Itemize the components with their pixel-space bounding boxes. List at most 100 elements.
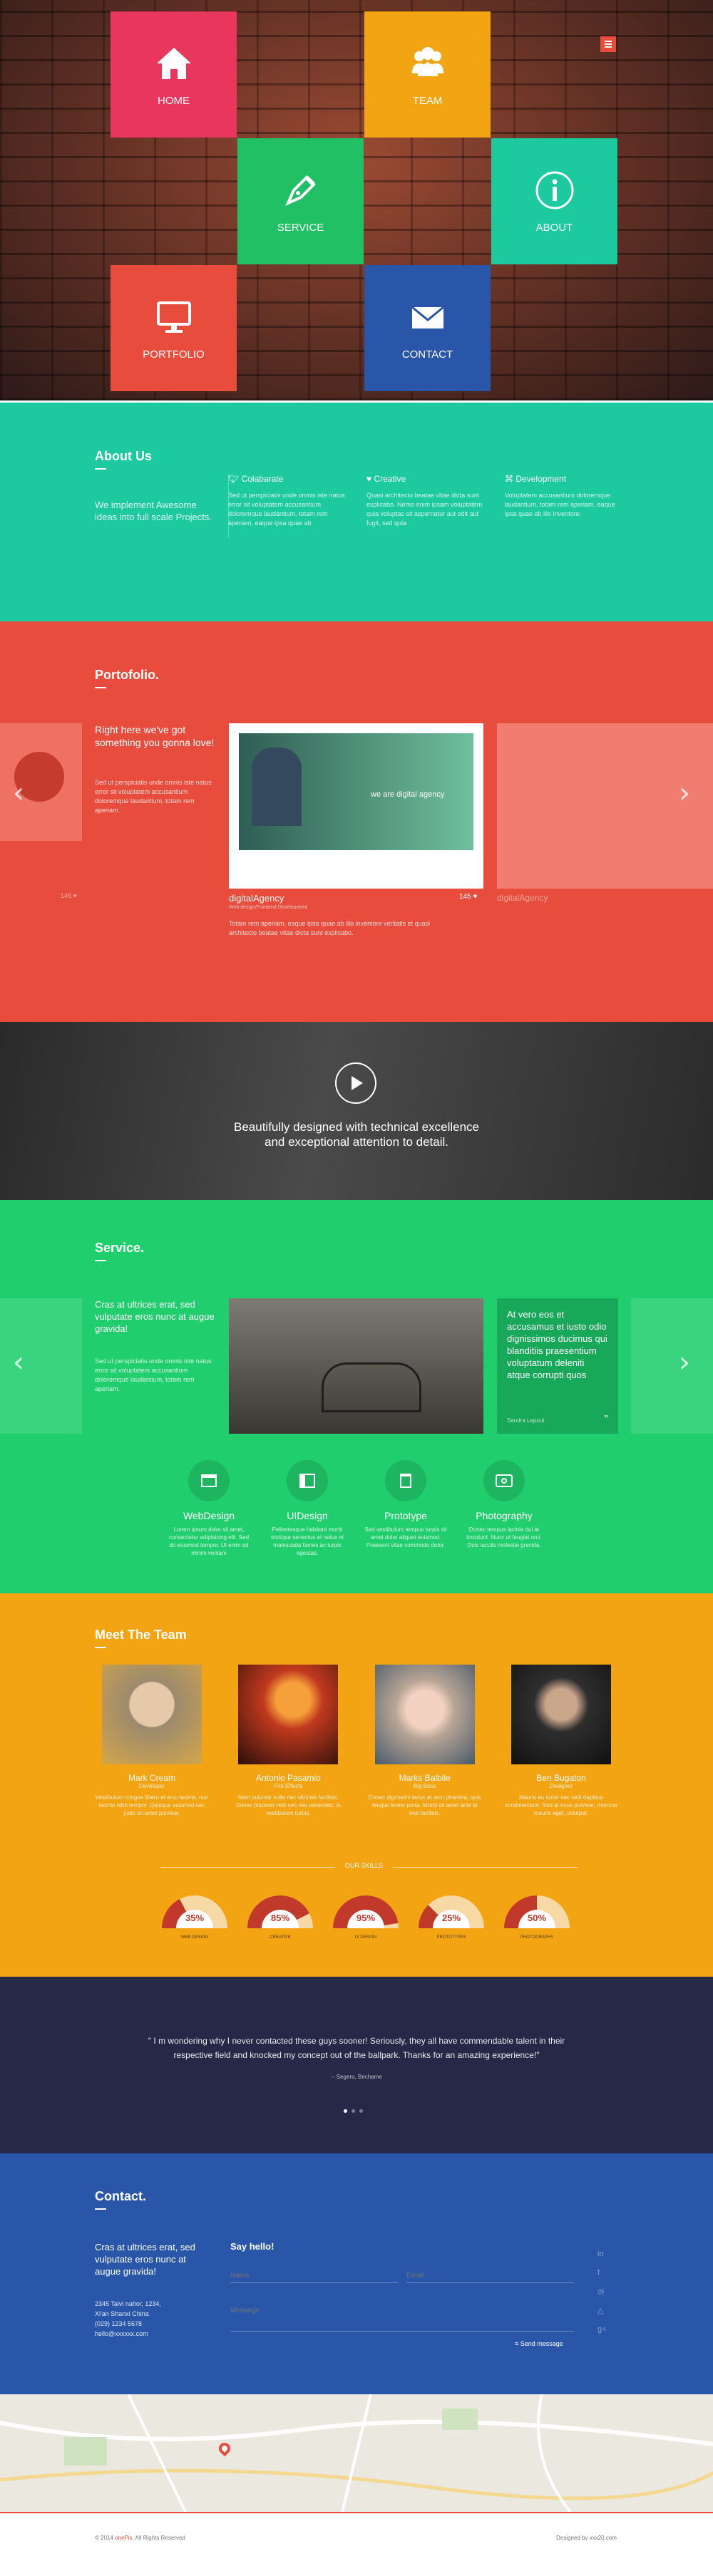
trash-icon (385, 1460, 426, 1501)
member-name: Mark Cream (128, 1773, 175, 1783)
member-bio: Donec dignissim lacus at arcu pharetra, … (368, 1794, 481, 1816)
skill-gauge: 85% CREATIVE (245, 1895, 316, 1940)
about-col: ♥ Creative Quasi architecto beatae vitae… (366, 474, 489, 528)
skill-label: PHOTOGRAPHY (520, 1935, 554, 1940)
avatar (374, 1665, 475, 1764)
heart-icon: ♥ (366, 474, 374, 484)
testimonial-author: -- Segero, Bechame (331, 2074, 382, 2080)
member-name: Marks Balbile (399, 1773, 451, 1783)
prev-arrow-icon[interactable]: ‹ (13, 777, 24, 809)
service-item[interactable]: Prototype Sed vestibulum tempus turpis s… (363, 1460, 448, 1557)
tile-about[interactable]: ABOUT (491, 138, 617, 264)
email-address[interactable]: hello@xxxxxx.com (95, 2329, 161, 2339)
send-button[interactable]: ≡ Send message (515, 2340, 563, 2347)
skill-donut: 85% (247, 1895, 313, 1928)
skill-label: WEB DESIGN (180, 1935, 209, 1940)
team-members: Mark Cream Developer Vestibulum congue l… (95, 1665, 618, 1817)
play-icon[interactable] (335, 1062, 376, 1104)
copyright-prefix: © 2014 (95, 2535, 116, 2541)
section-title: Service. (95, 1241, 144, 1261)
prev-arrow-icon[interactable]: ‹ (13, 1346, 24, 1379)
tile-service[interactable]: SERVICE (237, 138, 364, 264)
carousel-dot[interactable] (344, 2109, 347, 2113)
message-field[interactable] (230, 2303, 574, 2332)
skills-title: OUR SKILLS (335, 1862, 394, 1869)
service-item[interactable]: WebDesign Lorem ipsum dolor sit amet, co… (166, 1460, 252, 1557)
service-item[interactable]: UIDesign Pellentesque habitant morbi tri… (265, 1460, 350, 1557)
about-columns: 🐦︎ Colabarate Sed ut perspiciatis unde o… (228, 474, 627, 528)
portfolio-intro: Right here we've got something you gonna… (95, 724, 215, 748)
dribbble-icon[interactable]: ◎ (597, 2287, 607, 2296)
quote-icon: ” (604, 1414, 608, 1426)
tile-label: HOME (158, 95, 190, 107)
email-field[interactable] (406, 2269, 574, 2283)
service-item-text: Lorem ipsum dolor sit amet, consectetur … (168, 1526, 250, 1556)
service-thumb-right (631, 1298, 713, 1434)
menu-icon[interactable] (600, 36, 616, 52)
tile-label: TEAM (412, 95, 443, 107)
browser-icon (188, 1460, 230, 1501)
twitter-icon[interactable]: t (597, 2268, 607, 2277)
camera-icon (483, 1460, 525, 1501)
brand-link[interactable]: onePix (115, 2535, 132, 2541)
portfolio-item-desc: Totam rem aperiam, eaque ipsa quae ab il… (229, 920, 431, 936)
member-bio: Nam pulvinar nulla nec ultricies facilis… (235, 1794, 341, 1816)
googleplus-icon[interactable]: g+ (597, 2325, 607, 2334)
about-lead: We implement Awesome ideas into full sca… (95, 500, 212, 522)
service-item-title: UIDesign (287, 1510, 328, 1521)
service-item-title: WebDesign (183, 1510, 235, 1521)
portfolio-item-name: digitalAgency (229, 893, 284, 904)
tile-contact[interactable]: CONTACT (364, 265, 491, 391)
screen-text: we are digital agency (371, 790, 445, 799)
service-item-title: Photography (476, 1510, 533, 1521)
member-name: Ben Bugaton (536, 1773, 586, 1783)
carousel-dot[interactable] (359, 2109, 363, 2113)
portfolio-card-image[interactable]: we are digital agency (229, 723, 483, 889)
hero-section: HOME TEAM SERVICE ABOUT PORTFOLIO CONTAC… (0, 0, 713, 400)
testimonial-section: " I m wondering why I never contacted th… (0, 1977, 713, 2153)
service-intro-text: Sed ut perspiciatis unde omnis iste natu… (95, 1357, 212, 1392)
mail-icon (411, 306, 444, 329)
home-icon (156, 48, 191, 79)
linkedin-icon[interactable]: in (597, 2250, 607, 2258)
tile-team[interactable]: TEAM (364, 11, 491, 138)
next-arrow-icon[interactable]: › (679, 777, 690, 809)
portfolio-likes[interactable]: 145 ♥ (459, 893, 477, 901)
likes-count: 145 (61, 892, 72, 899)
about-col-text: Voluptatem accusantium doloremque laudan… (505, 492, 615, 517)
testimonial-quote: " I m wondering why I never contacted th… (148, 2036, 565, 2060)
tile-portfolio[interactable]: PORTFOLIO (111, 265, 237, 391)
map-section[interactable] (0, 2394, 713, 2512)
send-label: Send message (520, 2340, 563, 2347)
contact-section: Contact. Cras at ultrices erat, sed vulp… (0, 2153, 713, 2394)
tile-home[interactable]: HOME (111, 11, 237, 138)
tile-label: CONTACT (401, 348, 453, 361)
service-item[interactable]: Photography Donec tempus lacinia dui at … (461, 1460, 547, 1557)
skill-donut: 25% (419, 1895, 484, 1928)
likes-count: 145 (459, 893, 471, 901)
service-items: WebDesign Lorem ipsum dolor sit amet, co… (166, 1460, 547, 1557)
heart-icon: ♥ (473, 893, 478, 901)
skill-label: UI DESIGN (354, 1935, 377, 1940)
service-item-text: Pellentesque habitant morbi tristique se… (271, 1526, 344, 1556)
team-member: Ben Bugaton Designer Mauris eu tortor ne… (504, 1665, 618, 1817)
monitor-icon (156, 301, 191, 333)
service-photo (229, 1298, 483, 1434)
service-quote-card: At vero eos et accusamus et iusto odio d… (497, 1298, 618, 1434)
member-bio: Vestibulum congue libero et arcu lacinia… (95, 1794, 209, 1816)
service-section: Service. ‹ Cras at ultrices erat, sed vu… (0, 1200, 713, 1593)
designer-credit[interactable]: Designed by xxx20.com (556, 2535, 617, 2541)
footer: © 2014 onePix. All Rights Reserved Desig… (0, 2512, 713, 2576)
name-field[interactable] (230, 2269, 398, 2283)
next-arrow-icon[interactable]: › (679, 1346, 690, 1379)
skill-percent: 85% (270, 1913, 290, 1923)
contact-lead: Cras at ultrices erat, sed vulputate ero… (95, 2242, 195, 2277)
member-bio: Mauris eu tortor nec velit dapibus condi… (505, 1794, 617, 1816)
triangle-icon[interactable]: △ (597, 2306, 607, 2315)
section-title: About Us (95, 449, 152, 470)
team-member: Marks Balbile Big Boss Donec dignissim l… (368, 1665, 482, 1817)
avatar (511, 1665, 611, 1764)
skill-gauge: 35% WEB DESIGN (159, 1895, 230, 1940)
carousel-dot[interactable] (352, 2109, 355, 2113)
portfolio-section: Portofolio. 145 ♥ ‹ Right here we've got… (0, 621, 713, 1022)
